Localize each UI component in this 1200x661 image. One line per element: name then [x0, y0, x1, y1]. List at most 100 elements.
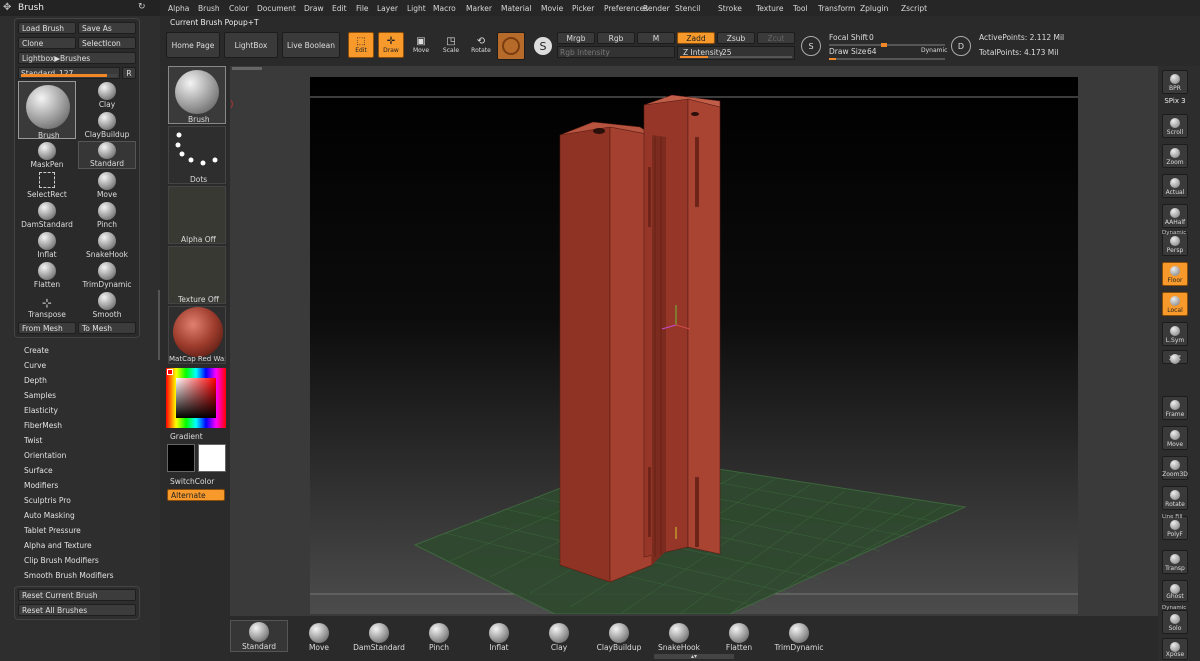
r-button[interactable]: R [122, 67, 136, 79]
focal-shift-slider[interactable]: Focal Shift 0 [827, 32, 947, 47]
to-mesh-button[interactable]: To Mesh [78, 322, 136, 334]
menu-brush[interactable]: Brush [198, 4, 220, 13]
menu-material[interactable]: Material [501, 4, 531, 13]
subpalette-auto-masking[interactable]: Auto Masking [24, 511, 75, 520]
shelf-brush-inflat[interactable]: Inflat [470, 620, 528, 652]
menu-tool[interactable]: Tool [793, 4, 808, 13]
tray-alpha-tile[interactable]: Alpha Off [168, 186, 226, 244]
brush-pinch[interactable]: Pinch [78, 201, 136, 229]
edit-button[interactable]: ⬚ Edit [348, 32, 374, 58]
tray-texture-tile[interactable]: Texture Off [168, 246, 226, 304]
shelf-floor-button[interactable]: Floor [1162, 262, 1188, 286]
shelf-zoom-button[interactable]: Zoom [1162, 144, 1188, 168]
shelf-zoom3d-button[interactable]: Zoom3D [1162, 456, 1188, 480]
move-button[interactable]: ▣ Move [408, 32, 434, 58]
shelf-brush-trimdynamic[interactable]: TrimDynamic [770, 620, 828, 652]
shelf-move-button[interactable]: Move [1162, 426, 1188, 450]
rgb-button[interactable]: Rgb [597, 32, 635, 44]
menu-alpha[interactable]: Alpha [168, 4, 189, 13]
subpalette-modifiers[interactable]: Modifiers [24, 481, 58, 490]
menu-zscript[interactable]: Zscript [901, 4, 927, 13]
subpalette-samples[interactable]: Samples [24, 391, 56, 400]
shelf-bpr-button[interactable]: BPR [1162, 70, 1188, 94]
menu-draw[interactable]: Draw [304, 4, 324, 13]
menu-preferences[interactable]: Preferences [604, 4, 648, 13]
shelf-l-sym-button[interactable]: L.Sym [1162, 322, 1188, 346]
dynamic-label[interactable]: Dynamic [921, 47, 947, 54]
shelf-brush-standard[interactable]: Standard [230, 620, 288, 652]
shelf-xyz-button[interactable]: XYZ [1162, 350, 1188, 364]
brush-inflat[interactable]: Inflat [18, 231, 76, 259]
menu-render[interactable]: Render [643, 4, 670, 13]
menu-movie[interactable]: Movie [541, 4, 563, 13]
shelf-brush-move[interactable]: Move [290, 620, 348, 652]
tray-stroke-tile[interactable]: Dots [168, 126, 226, 184]
drag-handle-icon[interactable]: ✥ [3, 2, 11, 13]
viewport-top-scroll[interactable] [232, 67, 262, 70]
selected-brush-tile[interactable]: Brush [18, 81, 76, 140]
menu-transform[interactable]: Transform [818, 4, 855, 13]
menu-picker[interactable]: Picker [572, 4, 594, 13]
secondary-color-swatch[interactable] [198, 444, 226, 472]
subpalette-curve[interactable]: Curve [24, 361, 46, 370]
d-icon-button[interactable]: D [951, 36, 971, 56]
z-intensity-slider[interactable]: Z Intensity 25 [677, 46, 795, 60]
subpalette-twist[interactable]: Twist [24, 436, 42, 445]
brush-transpose[interactable]: ⊹ Transpose [18, 291, 76, 319]
shelf-solo-button[interactable]: Solo [1162, 610, 1188, 634]
menu-color[interactable]: Color [229, 4, 249, 13]
shelf-local-button[interactable]: Local [1162, 292, 1188, 316]
menu-light[interactable]: Light [407, 4, 426, 13]
menu-document[interactable]: Document [257, 4, 296, 13]
shelf-xpose-button[interactable]: Xpose [1162, 638, 1188, 660]
brush-trimdynamic[interactable]: TrimDynamic [78, 261, 136, 289]
shelf-aahalf-button[interactable]: AAHalf [1162, 204, 1188, 228]
shelf-brush-clay[interactable]: Clay [530, 620, 588, 652]
lightbox-brushes-button[interactable]: Lightbox▶Brushes [18, 52, 136, 64]
rgb-intensity-slider[interactable]: Rgb Intensity [557, 46, 675, 58]
brush-clay[interactable]: Clay [78, 81, 136, 109]
brush-smooth[interactable]: Smooth [78, 291, 136, 319]
mrgb-button[interactable]: Mrgb [557, 32, 595, 44]
reset-all-brushes-button[interactable]: Reset All Brushes [18, 604, 136, 616]
lightbox-button[interactable]: LightBox [224, 32, 278, 58]
save-as-button[interactable]: Save As [78, 22, 136, 34]
tray-brush-tile[interactable]: Brush [168, 66, 226, 124]
shelf-frame-button[interactable]: Frame [1162, 396, 1188, 420]
menu-zplugin[interactable]: Zplugin [860, 4, 888, 13]
subpalette-depth[interactable]: Depth [24, 376, 47, 385]
subpalette-smooth-brush-modifiers[interactable]: Smooth Brush Modifiers [24, 571, 114, 580]
subpalette-clip-brush-modifiers[interactable]: Clip Brush Modifiers [24, 556, 99, 565]
menu-stroke[interactable]: Stroke [718, 4, 742, 13]
left-dock-arrow[interactable]: ) [230, 100, 234, 110]
shelf-brush-snakehook[interactable]: SnakeHook [650, 620, 708, 652]
alternate-button[interactable]: Alternate [167, 489, 225, 501]
live-boolean-button[interactable]: Live Boolean [282, 32, 340, 58]
load-brush-button[interactable]: Load Brush [18, 22, 76, 34]
stroke-button[interactable]: S [529, 32, 557, 60]
color-picker-square[interactable] [176, 378, 216, 418]
m-button[interactable]: M [637, 32, 675, 44]
from-mesh-button[interactable]: From Mesh [18, 322, 76, 334]
subpalette-elasticity[interactable]: Elasticity [24, 406, 58, 415]
subpalette-surface[interactable]: Surface [24, 466, 53, 475]
palette-header[interactable]: ✥ Brush ↻ [0, 0, 160, 16]
material-swatch-button[interactable] [497, 32, 525, 60]
shelf-transp-button[interactable]: Transp [1162, 550, 1188, 574]
subpalette-orientation[interactable]: Orientation [24, 451, 66, 460]
standard-slider[interactable]: Standard. 127 [18, 67, 120, 79]
subpalette-fibermesh[interactable]: FiberMesh [24, 421, 62, 430]
refresh-icon[interactable]: ↻ [138, 2, 146, 12]
subpalette-tablet-pressure[interactable]: Tablet Pressure [24, 526, 81, 535]
shelf-brush-damstandard[interactable]: DamStandard [350, 620, 408, 652]
brush-damstandard[interactable]: DamStandard [18, 201, 76, 229]
shelf-collapse-handle[interactable]: ▴▾ [654, 654, 734, 660]
menu-file[interactable]: File [356, 4, 369, 13]
menu-edit[interactable]: Edit [332, 4, 347, 13]
color-picker[interactable] [166, 368, 226, 428]
shelf-actual-button[interactable]: Actual [1162, 174, 1188, 198]
brush-standard[interactable]: Standard [78, 141, 136, 169]
clone-button[interactable]: Clone [18, 37, 76, 49]
brush-selectrect[interactable]: SelectRect [18, 171, 76, 199]
draw-button[interactable]: ✛ Draw [378, 32, 404, 58]
